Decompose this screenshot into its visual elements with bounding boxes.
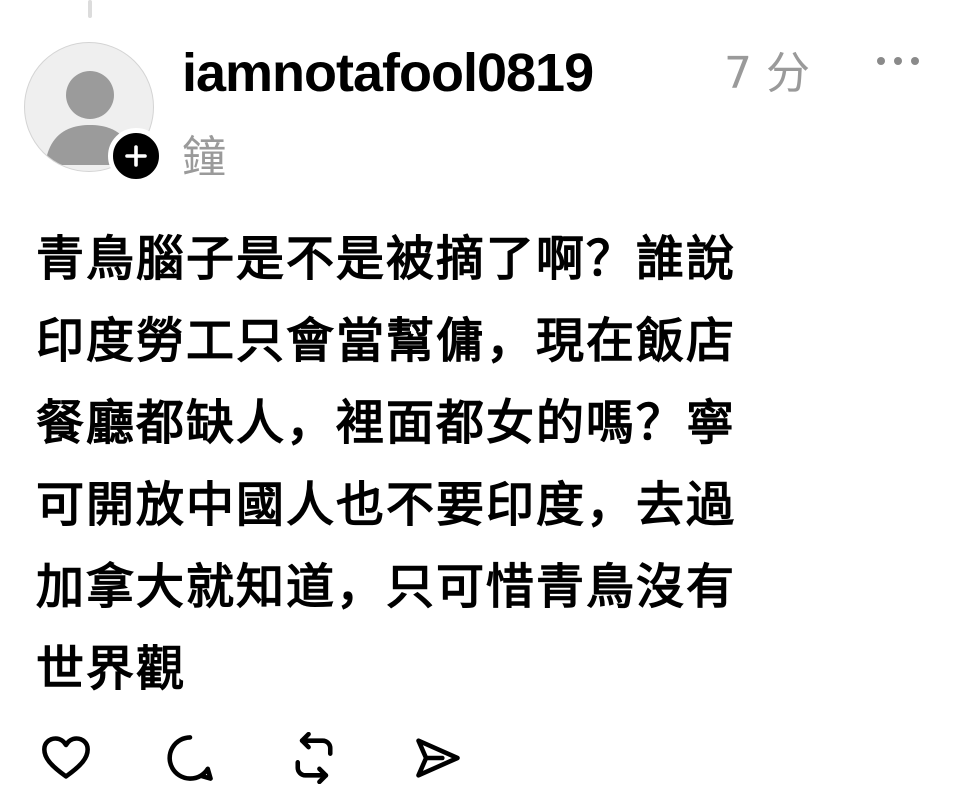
more-dots-icon	[877, 57, 919, 65]
like-button[interactable]	[36, 728, 96, 788]
comment-bubble-icon	[167, 735, 213, 781]
reply-button[interactable]	[160, 728, 220, 788]
repost-button[interactable]	[284, 728, 344, 788]
share-button[interactable]	[408, 728, 468, 788]
more-options-button[interactable]	[868, 46, 928, 76]
plus-icon	[125, 145, 147, 167]
post-body-text: 青鳥腦子是不是被摘了啊？誰說 印度勞工只會當幫傭，現在飯店 餐廳都缺人，裡面都女…	[36, 231, 737, 697]
heart-icon	[42, 736, 90, 779]
follow-button[interactable]	[108, 128, 164, 184]
send-icon	[416, 738, 460, 778]
username-link[interactable]: iamnotafool0819	[182, 38, 594, 108]
post-action-bar	[36, 728, 532, 788]
repost-icon	[295, 732, 333, 784]
thread-connector-line	[88, 0, 92, 18]
post-timestamp: 7 分	[724, 48, 810, 99]
post-timestamp-continued: 鐘	[182, 132, 226, 183]
